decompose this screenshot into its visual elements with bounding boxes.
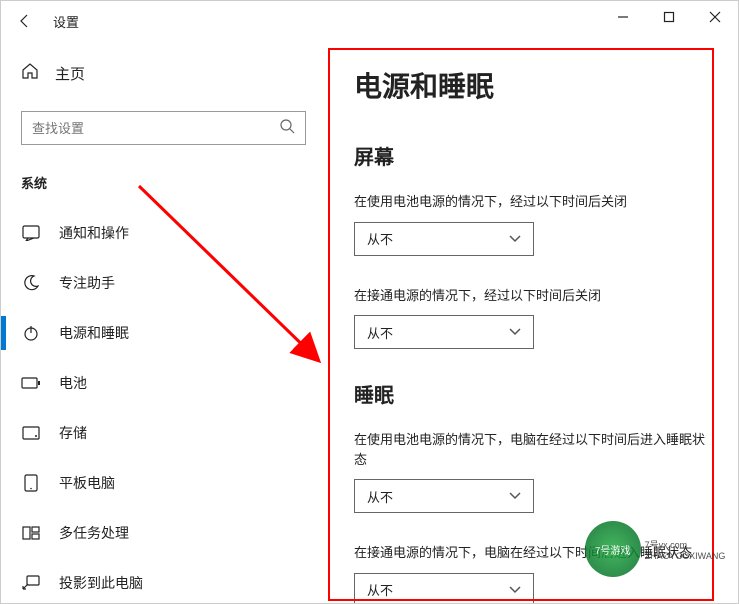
nav-label: 多任务处理 [59, 523, 129, 543]
sleep-plugged-label: 在接通电源的情况下，电脑在经过以下时间后进入睡眠状态 [354, 543, 708, 563]
nav-label: 电源和睡眠 [59, 323, 129, 343]
tablet-icon [21, 473, 41, 493]
dropdown-value: 从不 [367, 323, 393, 342]
nav-power-sleep[interactable]: 电源和睡眠 [21, 308, 306, 358]
sleep-plugged-dropdown[interactable]: 从不 [354, 573, 534, 604]
nav-projecting[interactable]: 投影到此电脑 [21, 558, 306, 603]
nav-tablet[interactable]: 平板电脑 [21, 458, 306, 508]
nav-battery[interactable]: 电池 [21, 358, 306, 408]
screen-plugged-dropdown[interactable]: 从不 [354, 315, 534, 349]
nav-notifications[interactable]: 通知和操作 [21, 208, 306, 258]
screen-plugged-label: 在接通电源的情况下，经过以下时间后关闭 [354, 286, 708, 306]
dropdown-value: 从不 [367, 229, 393, 248]
sleep-battery-label: 在使用电池电源的情况下，电脑在经过以下时间后进入睡眠状态 [354, 430, 708, 469]
battery-icon [21, 373, 41, 393]
page-title: 电源和睡眠 [354, 65, 708, 105]
nav-label: 平板电脑 [59, 473, 115, 493]
screen-battery-dropdown[interactable]: 从不 [354, 222, 534, 256]
screen-heading: 屏幕 [354, 141, 708, 170]
home-label: 主页 [55, 63, 85, 84]
nav-focus-assist[interactable]: 专注助手 [21, 258, 306, 308]
minimize-icon [617, 11, 629, 23]
multitask-icon [21, 523, 41, 543]
close-icon [709, 11, 721, 23]
sleep-battery-dropdown[interactable]: 从不 [354, 479, 534, 513]
chevron-down-icon [509, 492, 521, 500]
nav-list: 通知和操作 专注助手 电源和睡眠 电池 存储 [21, 208, 306, 603]
sidebar: 主页 系统 通知和操作 专注助手 电源和睡眠 [1, 41, 326, 603]
arrow-left-icon [17, 13, 33, 29]
back-button[interactable] [13, 9, 37, 33]
search-box[interactable] [21, 111, 306, 145]
notifications-icon [21, 223, 41, 243]
nav-label: 专注助手 [59, 273, 115, 293]
sleep-heading: 睡眠 [354, 379, 708, 408]
nav-label: 投影到此电脑 [59, 573, 143, 593]
nav-label: 通知和操作 [59, 223, 129, 243]
dropdown-value: 从不 [367, 580, 393, 599]
content-area: 电源和睡眠 屏幕 在使用电池电源的情况下，经过以下时间后关闭 从不 在接通电源的… [326, 41, 738, 603]
close-button[interactable] [692, 1, 738, 33]
search-icon [279, 118, 295, 139]
search-input[interactable] [32, 121, 279, 136]
power-icon [21, 323, 41, 343]
dropdown-value: 从不 [367, 487, 393, 506]
screen-battery-label: 在使用电池电源的情况下，经过以下时间后关闭 [354, 192, 708, 212]
titlebar: 设置 [1, 1, 738, 41]
storage-icon [21, 423, 41, 443]
chevron-down-icon [509, 586, 521, 594]
home-link[interactable]: 主页 [21, 61, 306, 85]
minimize-button[interactable] [600, 1, 646, 33]
nav-storage[interactable]: 存储 [21, 408, 306, 458]
nav-label: 存储 [59, 423, 87, 443]
window-title: 设置 [53, 12, 79, 31]
home-icon [21, 62, 39, 84]
chevron-down-icon [509, 235, 521, 243]
moon-icon [21, 273, 41, 293]
maximize-icon [663, 11, 675, 23]
project-icon [21, 573, 41, 593]
section-label: 系统 [21, 173, 306, 192]
nav-multitask[interactable]: 多任务处理 [21, 508, 306, 558]
nav-label: 电池 [59, 373, 87, 393]
maximize-button[interactable] [646, 1, 692, 33]
chevron-down-icon [509, 328, 521, 336]
